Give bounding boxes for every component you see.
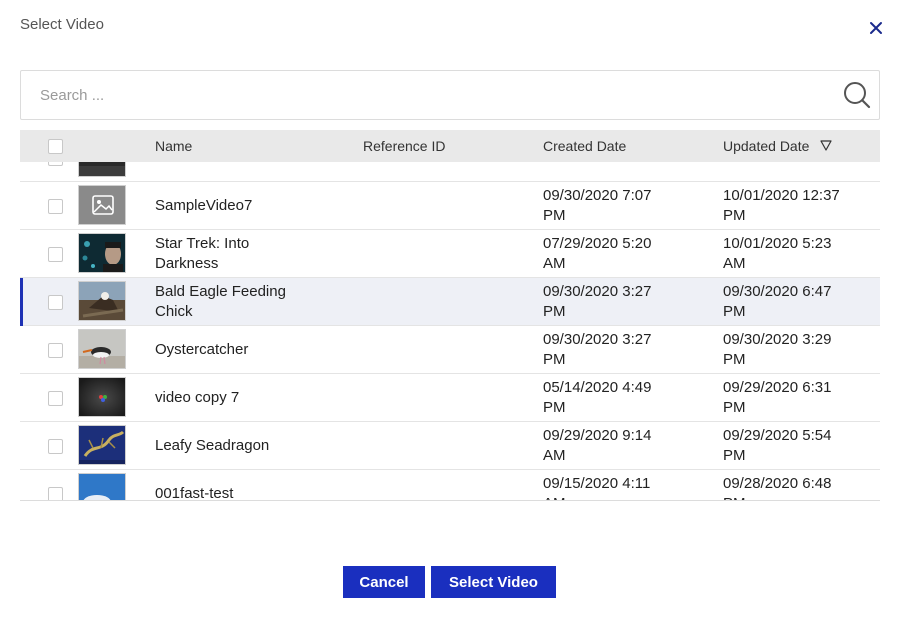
table-bottom-divider bbox=[20, 500, 880, 501]
table-row[interactable]: video copy 7 05/14/2020 4:49 PM 09/29/2020 … bbox=[20, 374, 880, 422]
row-checkbox[interactable] bbox=[48, 295, 63, 310]
video-thumbnail bbox=[78, 473, 126, 501]
updated-date-line: 09/30/2020 3:29 bbox=[723, 331, 832, 348]
created-date: 09/30/2020 3:27 PM bbox=[543, 282, 683, 322]
cancel-button[interactable]: Cancel bbox=[343, 566, 425, 598]
updated-date-line: 10/01/2020 5:23 bbox=[723, 235, 832, 252]
created-date-line: PM bbox=[543, 207, 566, 224]
created-date-line: PM bbox=[543, 303, 566, 320]
video-name: Bald Eagle Feeding Chick bbox=[155, 282, 355, 322]
video-name: Oystercatcher bbox=[155, 340, 355, 360]
select-all-checkbox[interactable] bbox=[48, 139, 63, 154]
updated-date: 09/29/2020 5:54 PM bbox=[723, 426, 873, 466]
search-box bbox=[20, 70, 880, 120]
created-date-line: PM bbox=[543, 351, 566, 368]
video-name: Star Trek: Into Darkness bbox=[155, 234, 355, 274]
updated-date-line: PM bbox=[723, 447, 746, 464]
updated-date: 10/01/2020 12:37 PM bbox=[723, 186, 873, 226]
updated-date-line: PM bbox=[723, 303, 746, 320]
updated-date-line: 09/29/2020 6:31 bbox=[723, 379, 832, 396]
header-reference-id[interactable]: Reference ID bbox=[363, 138, 445, 154]
row-checkbox[interactable] bbox=[48, 343, 63, 358]
created-date-line: 05/14/2020 4:49 bbox=[543, 379, 652, 396]
video-name-line: video copy 7 bbox=[155, 389, 240, 406]
video-name: video copy 7 bbox=[155, 388, 355, 408]
table-row[interactable]: SampleVideo7 09/30/2020 7:07 PM 10/01/2020 … bbox=[20, 182, 880, 230]
dialog-title: Select Video bbox=[20, 16, 104, 33]
updated-date-line: PM bbox=[723, 207, 746, 224]
created-date: 05/14/2020 4:49 PM bbox=[543, 378, 683, 418]
search-icon[interactable] bbox=[843, 81, 871, 109]
video-thumbnail bbox=[78, 329, 126, 369]
video-name-line: Bald Eagle Feeding bbox=[155, 283, 286, 300]
updated-date-line: 09/30/2020 6:47 bbox=[723, 283, 832, 300]
close-button[interactable] bbox=[866, 18, 886, 38]
updated-date-line: AM bbox=[723, 255, 746, 272]
video-thumbnail bbox=[78, 281, 126, 321]
created-date-line: 09/15/2020 4:11 bbox=[543, 475, 651, 492]
updated-date: 09/30/2020 3:29 PM bbox=[723, 330, 873, 370]
close-icon[interactable] bbox=[866, 18, 886, 38]
table-row[interactable]: Star Trek: Into Darkness 07/29/2020 5:20 AM… bbox=[20, 230, 880, 278]
video-thumbnail bbox=[78, 377, 126, 417]
video-table: video copy 8PMPMSampleVideo709/30/2020 7… bbox=[20, 130, 880, 501]
table-row[interactable]: 001fast-test 09/15/2020 4:11AM 09/28/2020 … bbox=[20, 470, 880, 501]
created-date-line: PM bbox=[543, 399, 566, 416]
updated-date-line: 09/29/2020 5:54 bbox=[723, 427, 832, 444]
updated-date-line: 09/28/2020 6:48 bbox=[723, 475, 832, 492]
video-name-line: Leafy Seadragon bbox=[155, 437, 270, 454]
video-thumbnail bbox=[78, 425, 126, 465]
row-checkbox[interactable] bbox=[48, 439, 63, 454]
created-date: 09/30/2020 3:27 PM bbox=[543, 330, 683, 370]
updated-date-line: 10/01/2020 12:37 bbox=[723, 187, 840, 204]
row-checkbox[interactable] bbox=[48, 391, 63, 406]
row-checkbox[interactable] bbox=[48, 247, 63, 262]
search-input[interactable] bbox=[22, 72, 832, 118]
video-thumbnail bbox=[78, 233, 126, 273]
updated-date-line: PM bbox=[723, 399, 746, 416]
video-name-line: Star Trek: Into bbox=[155, 235, 250, 252]
video-name: 001fast-test bbox=[155, 484, 355, 501]
created-date-line: 09/30/2020 7:07 bbox=[543, 187, 652, 204]
video-name-line: 001fast-test bbox=[155, 485, 234, 501]
selected-row-indicator bbox=[20, 278, 23, 326]
placeholder-image-icon bbox=[78, 185, 126, 225]
video-name: Leafy Seadragon bbox=[155, 436, 355, 456]
created-date-line: 09/29/2020 9:14 bbox=[543, 427, 652, 444]
updated-date: 09/30/2020 6:47 PM bbox=[723, 282, 873, 322]
created-date: 09/30/2020 7:07 PM bbox=[543, 186, 683, 226]
created-date-line: 07/29/2020 5:20 bbox=[543, 235, 652, 252]
video-name-line: Darkness bbox=[155, 255, 219, 272]
row-checkbox[interactable] bbox=[48, 199, 63, 214]
table-row[interactable]: Bald Eagle Feeding Chick 09/30/2020 3:27 PM… bbox=[20, 278, 880, 326]
header-updated-date[interactable]: Updated Date bbox=[723, 138, 809, 154]
updated-date-line: PM bbox=[723, 351, 746, 368]
table-header: Name Reference ID Created Date Updated D… bbox=[20, 130, 880, 162]
video-name-line: SampleVideo7 bbox=[155, 197, 253, 214]
updated-date: 09/28/2020 6:48PM bbox=[723, 474, 873, 501]
created-date: 07/29/2020 5:20 AM bbox=[543, 234, 683, 274]
updated-date: 10/01/2020 5:23 AM bbox=[723, 234, 873, 274]
table-row[interactable]: Leafy Seadragon 09/29/2020 9:14 AM 09/29/20… bbox=[20, 422, 880, 470]
updated-date: 09/29/2020 6:31 PM bbox=[723, 378, 873, 418]
created-date-line: 09/30/2020 3:27 bbox=[543, 283, 652, 300]
row-checkbox[interactable] bbox=[48, 487, 63, 501]
created-date: 09/29/2020 9:14 AM bbox=[543, 426, 683, 466]
header-name[interactable]: Name bbox=[155, 138, 192, 154]
video-name: SampleVideo7 bbox=[155, 196, 355, 216]
created-date-line: 09/30/2020 3:27 bbox=[543, 331, 652, 348]
video-name-line: Oystercatcher bbox=[155, 341, 249, 358]
created-date: 09/15/2020 4:11AM bbox=[543, 474, 683, 501]
created-date-line: AM bbox=[543, 447, 566, 464]
sort-descending-icon[interactable] bbox=[820, 140, 832, 151]
header-created-date[interactable]: Created Date bbox=[543, 138, 626, 154]
table-row[interactable]: Oystercatcher 09/30/2020 3:27 PM 09/30/2020… bbox=[20, 326, 880, 374]
select-video-button[interactable]: Select Video bbox=[431, 566, 556, 598]
video-name-line: Chick bbox=[155, 303, 193, 320]
created-date-line: AM bbox=[543, 255, 566, 272]
